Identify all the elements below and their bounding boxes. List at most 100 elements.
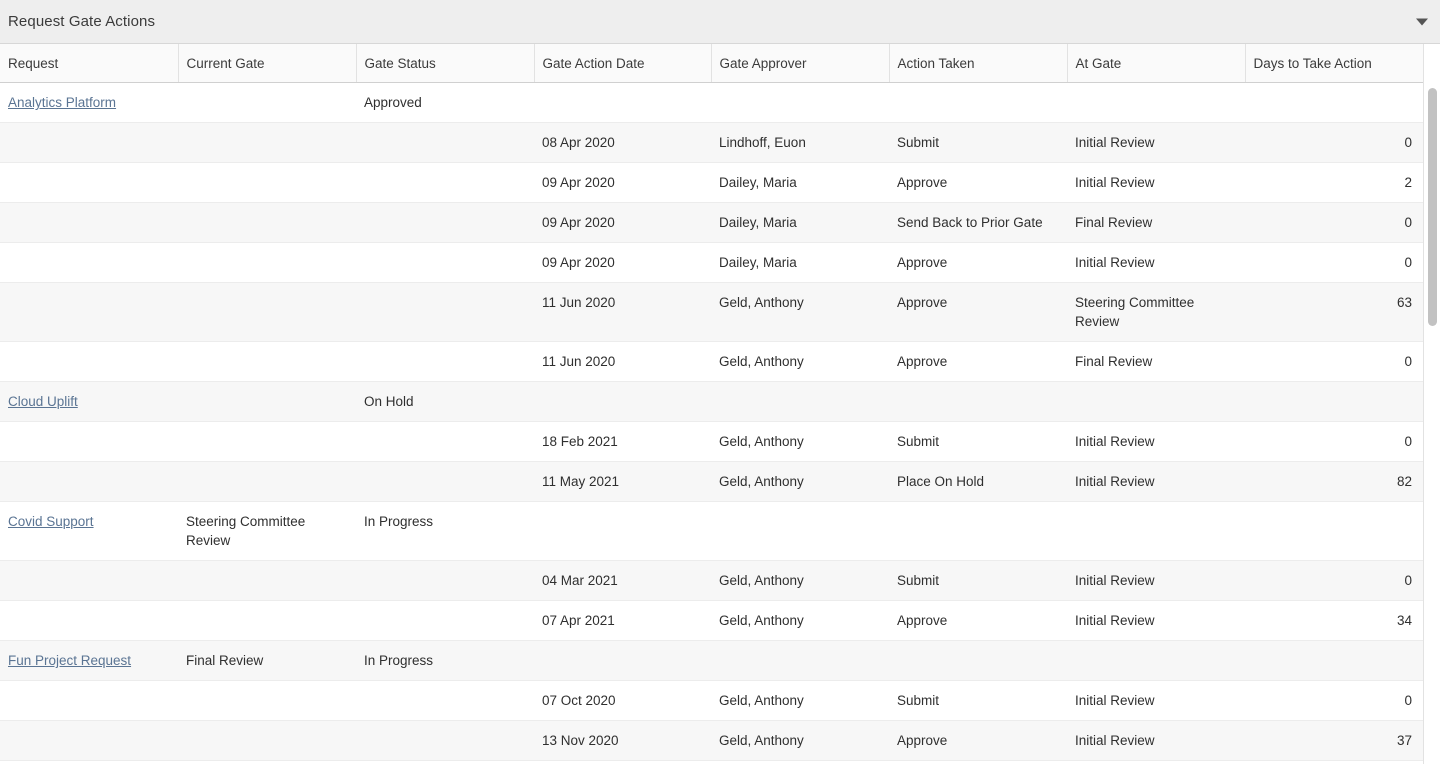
cell-gate-approver xyxy=(711,501,889,561)
cell-request[interactable]: Holiday Promos xyxy=(0,760,178,764)
table-row: 11 Jun 2020 Geld, Anthony Approve Steering … xyxy=(0,282,1424,342)
table-group-row: Holiday PromosFinal ReviewIn Progress xyxy=(0,760,1424,764)
cell-at-gate: Initial Review xyxy=(1067,122,1245,163)
request-gate-actions-table: Request Current Gate Gate Status Gate Ac… xyxy=(0,44,1425,764)
cell-current-gate xyxy=(178,560,356,601)
column-header-gate-approver[interactable]: Gate Approver xyxy=(711,44,890,83)
table-header: Request Current Gate Gate Status Gate Ac… xyxy=(0,44,1425,83)
cell-days-to-take-action: 0 xyxy=(1245,242,1424,283)
request-link[interactable]: Cloud Uplift xyxy=(8,394,78,409)
cell-gate-action-date xyxy=(534,501,711,561)
cell-current-gate xyxy=(178,600,356,641)
cell-gate-approver: Geld, Anthony xyxy=(711,720,889,761)
table-group-row: Fun Project Request Final Review In Progre… xyxy=(0,640,1424,681)
cell-action-taken: Submit xyxy=(889,560,1067,601)
cell-gate-approver xyxy=(711,640,889,681)
cell-at-gate: Initial Review xyxy=(1067,560,1245,601)
cell-gate-approver: Geld, Anthony xyxy=(711,680,889,721)
cell-at-gate: Final Review xyxy=(1067,341,1245,382)
cell-gate-action-date: 09 Apr 2020 xyxy=(534,202,711,243)
cell-gate-action-date: 07 Apr 2021 xyxy=(534,600,711,641)
table-row: 11 Jun 2020 Geld, Anthony Approve Final Rev… xyxy=(0,341,1424,382)
cell-current-gate xyxy=(178,461,356,502)
cell-action-taken xyxy=(889,501,1067,561)
cell-action-taken: Approve xyxy=(889,720,1067,761)
cell-days-to-take-action: 63 xyxy=(1245,282,1424,342)
cell-gate-status xyxy=(356,122,534,163)
table-scroll-region[interactable]: Request Current Gate Gate Status Gate Ac… xyxy=(0,44,1440,764)
cell-request[interactable]: Cloud Uplift xyxy=(0,381,178,422)
cell-action-taken: Send Back to Prior Gate xyxy=(889,202,1067,243)
column-header-gate-status[interactable]: Gate Status xyxy=(356,44,535,83)
cell-request xyxy=(0,680,178,721)
cell-days-to-take-action: 34 xyxy=(1245,600,1424,641)
cell-current-gate xyxy=(178,82,356,123)
cell-request xyxy=(0,282,178,342)
cell-gate-action-date xyxy=(534,640,711,681)
cell-action-taken xyxy=(889,381,1067,422)
cell-action-taken: Approve xyxy=(889,162,1067,203)
cell-gate-approver xyxy=(711,82,889,123)
cell-current-gate: Steering Committee Review xyxy=(178,501,356,561)
cell-action-taken: Approve xyxy=(889,282,1067,342)
request-link[interactable]: Fun Project Request xyxy=(8,653,131,668)
table-row: 09 Apr 2020 Dailey, Maria Approve Initial R… xyxy=(0,162,1424,203)
cell-action-taken xyxy=(889,760,1067,764)
cell-gate-approver xyxy=(711,760,889,764)
column-header-at-gate[interactable]: At Gate xyxy=(1067,44,1246,83)
cell-gate-action-date xyxy=(534,381,711,422)
cell-gate-status xyxy=(356,680,534,721)
column-header-action-taken[interactable]: Action Taken xyxy=(889,44,1068,83)
column-header-days-to-take-action[interactable]: Days to Take Action xyxy=(1245,44,1425,83)
cell-request xyxy=(0,600,178,641)
cell-gate-status xyxy=(356,461,534,502)
cell-action-taken: Approve xyxy=(889,341,1067,382)
cell-current-gate xyxy=(178,341,356,382)
vertical-scrollbar-thumb[interactable] xyxy=(1428,88,1437,326)
cell-gate-status: Approved xyxy=(356,82,534,123)
cell-action-taken: Submit xyxy=(889,421,1067,462)
cell-request xyxy=(0,162,178,203)
cell-days-to-take-action xyxy=(1245,640,1424,681)
cell-action-taken: Place On Hold xyxy=(889,461,1067,502)
column-header-gate-action-date[interactable]: Gate Action Date xyxy=(534,44,712,83)
cell-gate-action-date: 11 May 2021 xyxy=(534,461,711,502)
cell-gate-action-date xyxy=(534,760,711,764)
cell-at-gate xyxy=(1067,501,1245,561)
chevron-down-icon[interactable] xyxy=(1416,18,1428,25)
cell-gate-action-date: 11 Jun 2020 xyxy=(534,282,711,342)
cell-gate-action-date: 09 Apr 2020 xyxy=(534,162,711,203)
cell-gate-approver: Geld, Anthony xyxy=(711,341,889,382)
cell-gate-approver: Dailey, Maria xyxy=(711,162,889,203)
column-header-request[interactable]: Request xyxy=(0,44,179,83)
table-header-row: Request Current Gate Gate Status Gate Ac… xyxy=(0,44,1425,83)
cell-gate-approver xyxy=(711,381,889,422)
cell-at-gate: Initial Review xyxy=(1067,680,1245,721)
cell-at-gate xyxy=(1067,82,1245,123)
cell-gate-approver: Dailey, Maria xyxy=(711,202,889,243)
cell-gate-action-date: 13 Nov 2020 xyxy=(534,720,711,761)
cell-action-taken: Approve xyxy=(889,600,1067,641)
column-header-current-gate[interactable]: Current Gate xyxy=(178,44,357,83)
cell-gate-approver: Geld, Anthony xyxy=(711,560,889,601)
cell-at-gate: Steering Committee Review xyxy=(1067,282,1245,342)
cell-at-gate: Initial Review xyxy=(1067,461,1245,502)
table-group-row: Covid Support Steering Committee Review In… xyxy=(0,501,1424,561)
cell-gate-status: In Progress xyxy=(356,501,534,561)
cell-gate-status xyxy=(356,600,534,641)
cell-days-to-take-action xyxy=(1245,381,1424,422)
cell-request[interactable]: Analytics Platform xyxy=(0,82,178,123)
cell-request[interactable]: Covid Support xyxy=(0,501,178,561)
cell-at-gate: Initial Review xyxy=(1067,242,1245,283)
cell-current-gate: Final Review xyxy=(178,760,356,764)
request-link[interactable]: Analytics Platform xyxy=(8,95,116,110)
cell-current-gate xyxy=(178,381,356,422)
cell-days-to-take-action: 0 xyxy=(1245,560,1424,601)
request-link[interactable]: Covid Support xyxy=(8,514,94,529)
cell-request[interactable]: Fun Project Request xyxy=(0,640,178,681)
vertical-scrollbar-track[interactable] xyxy=(1424,44,1440,764)
cell-gate-status: On Hold xyxy=(356,381,534,422)
cell-at-gate: Initial Review xyxy=(1067,600,1245,641)
cell-gate-status xyxy=(356,720,534,761)
cell-gate-action-date: 04 Mar 2021 xyxy=(534,560,711,601)
